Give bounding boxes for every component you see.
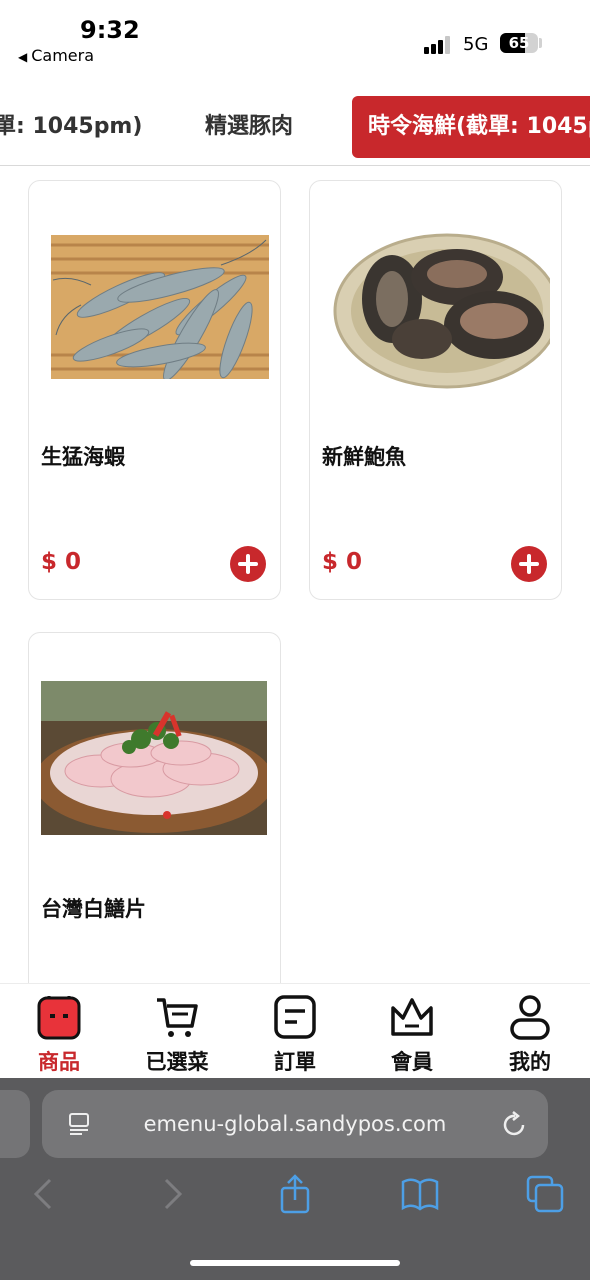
- crown-icon: [391, 998, 433, 1036]
- tabs-icon[interactable]: [525, 1174, 565, 1214]
- category-tabs: 單: 1045pm) 精選豚肉 時令海鮮(截單: 1045p: [0, 96, 590, 166]
- product-name: 生猛海蝦: [41, 445, 125, 469]
- product-name: 台灣白鱔片: [41, 897, 146, 921]
- tab-pork[interactable]: 精選豚肉: [205, 96, 293, 158]
- bottom-navigation: 商品 已選菜 訂單 會員 我的: [0, 983, 590, 1078]
- bookmarks-icon[interactable]: [400, 1174, 440, 1214]
- product-price: $ 0: [41, 549, 82, 575]
- reload-icon[interactable]: [502, 1110, 528, 1138]
- share-icon[interactable]: [275, 1174, 315, 1214]
- previous-tab-preview[interactable]: [0, 1090, 30, 1158]
- product-card[interactable]: 新鮮鮑魚 $ 0: [309, 180, 562, 600]
- back-arrow-icon: ◀: [18, 50, 28, 64]
- product-name: 新鮮鮑魚: [322, 445, 406, 469]
- browser-toolbar: emenu-global.sandypos.com: [0, 1078, 590, 1280]
- nav-label: 我的: [509, 1050, 551, 1074]
- status-bar: 9:32 ◀ Camera 5G 65: [0, 0, 590, 80]
- nav-cart[interactable]: 已選菜: [127, 992, 227, 1074]
- address-bar[interactable]: emenu-global.sandypos.com: [42, 1090, 548, 1158]
- nav-label: 商品: [38, 1050, 80, 1074]
- clock: 9:32: [80, 16, 140, 44]
- nav-profile[interactable]: 我的: [480, 992, 580, 1074]
- abalone-photo: [322, 219, 550, 391]
- battery-icon: 65: [500, 33, 538, 53]
- tab-category-1[interactable]: 單: 1045pm): [0, 96, 142, 158]
- nav-label: 會員: [391, 1050, 433, 1074]
- shrimp-photo: [51, 235, 269, 379]
- eel-sashimi-photo: [41, 681, 267, 835]
- url-text: emenu-global.sandypos.com: [143, 1112, 447, 1136]
- nav-orders[interactable]: 訂單: [245, 992, 345, 1074]
- home-indicator: [190, 1260, 400, 1266]
- cart-icon: [157, 998, 198, 1037]
- product-bag-icon: [37, 996, 81, 1040]
- forward-icon[interactable]: [152, 1174, 192, 1214]
- signal-icon: [424, 36, 454, 54]
- person-icon: [510, 995, 550, 1040]
- battery-tip: [539, 38, 542, 48]
- add-to-cart-button[interactable]: [511, 546, 547, 582]
- product-card[interactable]: 生猛海蝦 $ 0: [28, 180, 281, 600]
- order-list-icon: [274, 995, 316, 1039]
- product-price: $ 0: [322, 549, 363, 575]
- back-icon[interactable]: [24, 1174, 64, 1214]
- back-to-app[interactable]: ◀ Camera: [18, 46, 94, 65]
- battery-percent: 65: [508, 34, 530, 52]
- nav-products[interactable]: 商品: [9, 992, 109, 1074]
- nav-member[interactable]: 會員: [362, 992, 462, 1074]
- add-to-cart-button[interactable]: [230, 546, 266, 582]
- back-app-label: Camera: [31, 46, 95, 65]
- network-type: 5G: [463, 34, 489, 55]
- nav-label: 訂單: [274, 1050, 316, 1074]
- nav-label: 已選菜: [145, 1050, 209, 1074]
- tab-seafood[interactable]: 時令海鮮(截單: 1045p: [352, 96, 590, 158]
